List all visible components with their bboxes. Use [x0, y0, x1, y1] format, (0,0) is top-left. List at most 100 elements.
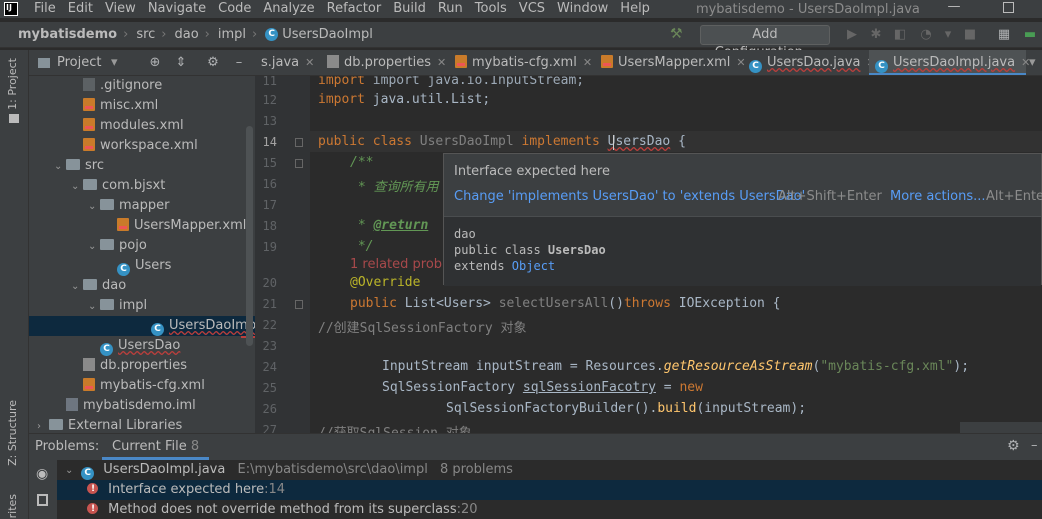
fold-icon[interactable] [295, 138, 303, 147]
menu-build[interactable]: Build [387, 0, 432, 18]
coverage-icon[interactable]: ◧ [892, 27, 908, 43]
chevron-down-icon[interactable]: ▾ [1029, 55, 1036, 70]
chevron-down-icon[interactable]: ⌄ [88, 197, 100, 217]
search-everywhere-icon[interactable]: ▬ [1022, 27, 1038, 43]
profile-icon[interactable]: ◔ [918, 27, 934, 43]
fold-icon[interactable] [295, 300, 303, 309]
preview-icon[interactable] [37, 494, 48, 506]
problem-file-row[interactable]: ⌄ C UsersDaoImpl.java E:\mybatisdemo\src… [57, 460, 1042, 480]
tree-item[interactable]: C UsersDaoImpl [29, 316, 255, 336]
tab-db-properties[interactable]: db.properties ✕ [321, 50, 449, 75]
breadcrumb-class[interactable]: UsersDaoImpl [278, 27, 373, 42]
project-panel-title[interactable]: Project [57, 55, 101, 70]
tree-item[interactable]: misc.xml [29, 96, 158, 116]
dropdown-icon[interactable]: ▾ [940, 27, 956, 43]
more-actions-shortcut: Alt+Enter [986, 189, 1042, 204]
minimize-icon[interactable]: — [944, 0, 964, 18]
chevron-down-icon[interactable]: ⌄ [71, 177, 83, 197]
menu-code[interactable]: Code [212, 0, 257, 18]
breadcrumb-impl[interactable]: impl [210, 27, 246, 42]
doc-declaration: public class UsersDao [454, 243, 606, 257]
menu-navigate[interactable]: Navigate [142, 0, 212, 18]
chevron-right-icon[interactable]: › [37, 417, 49, 433]
class-icon: C [265, 28, 279, 41]
menu-refactor[interactable]: Refactor [321, 0, 388, 18]
chevron-down-icon[interactable]: ⌄ [65, 461, 77, 481]
stop-icon[interactable]: ■ [962, 27, 978, 43]
tree-item[interactable]: modules.xml [29, 116, 184, 136]
quick-fix-link[interactable]: Change 'implements UsersDao' to 'extends… [454, 189, 805, 204]
eye-icon[interactable]: ◉ [36, 466, 48, 482]
run-icon[interactable]: ▶ [844, 27, 860, 43]
tab-mybatis-cfg[interactable]: mybatis-cfg.xml ✕ [449, 50, 595, 75]
tree-item-label: mybatisdemo.iml [83, 398, 196, 413]
chevron-down-icon[interactable]: ⌄ [71, 277, 83, 297]
add-configuration-button[interactable]: Add Configuration... [700, 25, 830, 60]
close-icon[interactable]: ✕ [437, 56, 446, 69]
tab-s-java[interactable]: s.java ✕ [255, 50, 321, 75]
tab-usersdaoimpl[interactable]: C UsersDaoImpl.java ✕ [869, 50, 1030, 75]
menu-edit[interactable]: Edit [62, 0, 99, 18]
object-link[interactable]: Object [512, 259, 555, 273]
problem-row[interactable]: Method does not override method from its… [57, 499, 1042, 519]
tree-item[interactable]: .gitignore [29, 76, 162, 96]
maximize-icon[interactable] [1003, 2, 1014, 13]
chevron-right-icon: › [161, 27, 167, 42]
tree-item[interactable]: ⌄ impl [29, 296, 147, 316]
hide-panel-icon[interactable]: – [231, 55, 247, 71]
tree-item[interactable]: workspace.xml [29, 136, 198, 156]
tab-usersmapper[interactable]: UsersMapper.xml ✕ [595, 50, 746, 75]
tree-item[interactable]: mybatisdemo.iml [29, 396, 196, 416]
menu-view[interactable]: View [99, 0, 142, 18]
favorites-tool-tab[interactable]: rites [6, 494, 19, 518]
chevron-down-icon[interactable]: ⌄ [54, 157, 66, 177]
menu-window[interactable]: Window [551, 0, 614, 18]
locate-file-icon[interactable]: ⊕ [147, 55, 163, 71]
related-problems-hint[interactable]: 1 related proble [350, 257, 454, 272]
tree-item[interactable]: mybatis-cfg.xml [29, 376, 205, 396]
project-scrollbar[interactable] [246, 126, 253, 346]
xml-file-icon [83, 138, 95, 151]
breadcrumb-dao[interactable]: dao [167, 27, 199, 42]
menu-help[interactable]: Help [614, 0, 656, 18]
tree-item[interactable]: ⌄ src [29, 156, 104, 176]
problems-side-toolbar: ◉ [29, 460, 57, 519]
structure-tool-tab[interactable]: Z: Structure [6, 400, 19, 466]
tab-current-file[interactable]: Current File 8 [102, 434, 210, 460]
tree-item[interactable]: C Users [29, 256, 171, 276]
breadcrumb-project[interactable]: mybatisdemo [0, 27, 117, 42]
menu-vcs[interactable]: VCS [513, 0, 551, 18]
close-icon[interactable]: ✕ [305, 56, 314, 69]
gear-icon[interactable]: ⚙ [205, 55, 221, 71]
horizontal-scrollbar[interactable] [960, 422, 1042, 433]
tree-item[interactable]: UsersMapper.xml [29, 216, 246, 236]
menu-run[interactable]: Run [432, 0, 469, 18]
build-hammer-icon[interactable]: ⚒ [670, 26, 686, 42]
hide-panel-icon[interactable]: – [1031, 438, 1038, 453]
more-actions-link[interactable]: More actions... [890, 189, 986, 204]
tree-item[interactable]: › External Libraries [29, 416, 182, 433]
menu-analyze[interactable]: Analyze [257, 0, 320, 18]
chevron-down-icon[interactable]: ⌄ [88, 297, 100, 317]
close-icon[interactable]: ✕ [583, 56, 592, 69]
breadcrumb-src[interactable]: src [128, 27, 155, 42]
code-line-12: import java.util.List; [318, 92, 491, 107]
debug-icon[interactable]: ✱ [868, 27, 884, 43]
problem-row[interactable]: Interface expected here:14 [57, 479, 1042, 500]
fold-icon[interactable] [295, 159, 303, 168]
menu-file[interactable]: File [28, 0, 62, 18]
project-tool-tab[interactable]: 1: Project [6, 58, 19, 110]
project-structure-icon[interactable]: ▦ [996, 27, 1012, 43]
collapse-all-icon[interactable]: ⇕ [173, 55, 189, 71]
tree-item[interactable]: ⌄ mapper [29, 196, 169, 216]
chevron-down-icon[interactable]: ⌄ [88, 237, 100, 257]
tree-item[interactable]: ⌄ com.bjsxt [29, 176, 165, 196]
tab-usersdao[interactable]: CUsersDao.java✕ [743, 50, 876, 75]
tree-item[interactable]: ⌄ pojo [29, 236, 147, 256]
gear-icon[interactable]: ⚙ [1007, 438, 1020, 454]
tree-item[interactable]: C UsersDao [29, 336, 180, 356]
tree-item[interactable]: db.properties [29, 356, 187, 376]
chevron-down-icon[interactable]: ▾ [111, 55, 118, 70]
menu-tools[interactable]: Tools [469, 0, 513, 18]
tree-item[interactable]: ⌄ dao [29, 276, 126, 296]
